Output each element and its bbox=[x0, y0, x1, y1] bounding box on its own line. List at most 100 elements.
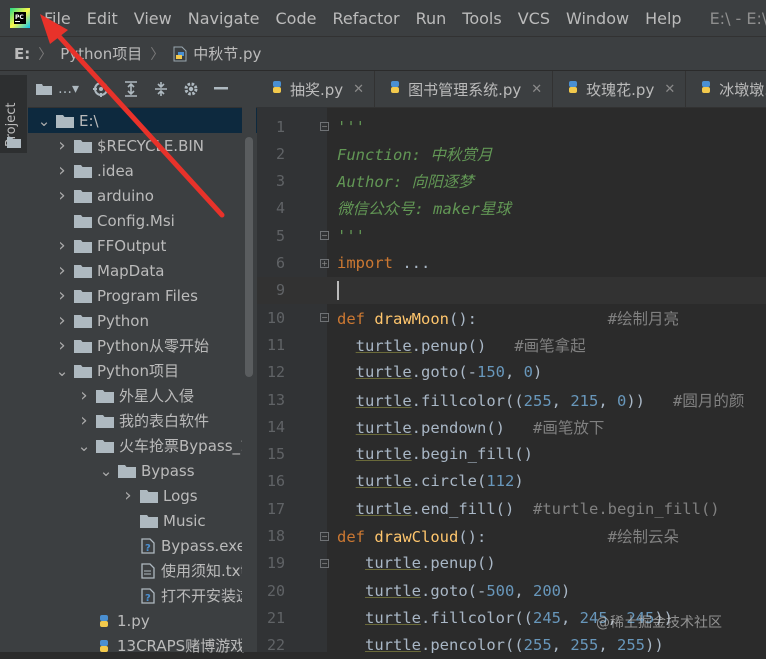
window-title: E:\ - E:\Pyth bbox=[709, 8, 766, 28]
breadcrumb-folder[interactable]: Python项目 bbox=[60, 43, 142, 64]
code-text: Function: 中秋赏月 bbox=[337, 143, 492, 165]
editor-tab[interactable]: 抽奖.py ✕ bbox=[257, 71, 376, 107]
chevron-right-icon[interactable]: › bbox=[54, 235, 70, 256]
tree-row[interactable]: › $RECYCLE.BIN bbox=[28, 133, 257, 158]
code-text: def drawMoon(): #绘制月亮 bbox=[337, 307, 679, 329]
tree-row[interactable]: › 我的表白软件 bbox=[28, 408, 257, 433]
code-text: ''' bbox=[337, 227, 365, 245]
collapse-all-icon[interactable] bbox=[153, 81, 169, 97]
tree-row[interactable]: Music bbox=[28, 508, 257, 533]
code-token: .penup() bbox=[421, 554, 496, 573]
tree-row[interactable]: › FFOutput bbox=[28, 233, 257, 258]
fold-collapse-icon[interactable]: − bbox=[320, 558, 329, 568]
tree-row-label: FFOutput bbox=[97, 236, 167, 255]
editor: 抽奖.py ✕ 图书管理系统.py ✕ 玫瑰花.py ✕ 冰墩墩.py✕ 1 ''' 2 Func… bbox=[257, 71, 766, 654]
line-number: 18 bbox=[266, 527, 285, 545]
pycharm-logo-icon[interactable]: PC bbox=[10, 8, 30, 28]
tree-row[interactable]: › arduino bbox=[28, 183, 257, 208]
locate-file-icon[interactable] bbox=[93, 81, 110, 97]
tree-row[interactable]: ? 打不开安装这 bbox=[28, 583, 257, 608]
menu-window[interactable]: Window bbox=[558, 9, 637, 28]
menu-help[interactable]: Help bbox=[637, 9, 689, 28]
scrollbar-thumb[interactable] bbox=[245, 137, 253, 377]
code-line: 9 bbox=[257, 276, 766, 304]
tree-row[interactable]: ⌄ E:\ bbox=[28, 108, 257, 133]
chevron-right-icon[interactable]: › bbox=[76, 385, 92, 406]
python-file-icon bbox=[565, 79, 581, 99]
menu-tools[interactable]: Tools bbox=[454, 9, 509, 28]
project-scrollbar[interactable] bbox=[242, 107, 256, 652]
chevron-down-icon[interactable]: ⌄ bbox=[36, 112, 52, 130]
expand-all-icon[interactable] bbox=[123, 81, 139, 97]
chevron-down-icon[interactable]: ⌄ bbox=[76, 437, 92, 455]
project-view-dropdown[interactable]: …▾ bbox=[36, 81, 79, 97]
menu-file[interactable]: File bbox=[36, 9, 79, 28]
tree-row[interactable]: 1.py bbox=[28, 608, 257, 633]
tree-row[interactable]: 13CRAPS赌博游戏2 bbox=[28, 633, 257, 658]
code-token: turtle bbox=[355, 363, 412, 382]
tree-row[interactable]: › Logs bbox=[28, 483, 257, 508]
menu-view[interactable]: View bbox=[126, 9, 180, 28]
editor-tab[interactable]: 玫瑰花.py ✕ bbox=[553, 71, 687, 107]
fold-collapse-icon[interactable]: − bbox=[320, 531, 329, 541]
menu-refactor[interactable]: Refactor bbox=[324, 9, 407, 28]
gear-icon[interactable] bbox=[183, 81, 199, 97]
menu-code[interactable]: Code bbox=[268, 9, 325, 28]
tree-row[interactable]: › .idea bbox=[28, 158, 257, 183]
hide-panel-icon[interactable] bbox=[213, 87, 229, 91]
chevron-right-icon[interactable]: › bbox=[54, 285, 70, 306]
code-token: .begin_fill() bbox=[411, 445, 533, 464]
line-number: 17 bbox=[266, 499, 285, 518]
tree-row[interactable]: ? Bypass.exe bbox=[28, 533, 257, 558]
chevron-right-icon[interactable]: › bbox=[54, 160, 70, 181]
tree-row[interactable]: › Python bbox=[28, 308, 257, 333]
close-icon[interactable]: ✕ bbox=[664, 82, 675, 97]
breadcrumb-drive[interactable]: E: bbox=[14, 45, 30, 63]
chevron-right-icon[interactable]: › bbox=[54, 335, 70, 356]
chevron-right-icon[interactable]: › bbox=[54, 135, 70, 156]
fold-collapse-icon[interactable]: − bbox=[320, 231, 329, 241]
code-line: 2 Function: 中秋赏月 bbox=[257, 140, 766, 167]
tree-row[interactable]: › MapData bbox=[28, 258, 257, 283]
tree-row[interactable]: › 外星人入侵 bbox=[28, 383, 257, 408]
fold-expand-icon[interactable]: + bbox=[320, 258, 329, 268]
fold-collapse-icon[interactable]: − bbox=[320, 313, 329, 323]
close-icon[interactable]: ✕ bbox=[353, 82, 364, 97]
editor-tab[interactable]: 图书管理系统.py ✕ bbox=[375, 71, 554, 107]
tree-row[interactable]: 使用须知.txt bbox=[28, 558, 257, 583]
text-caret bbox=[337, 280, 339, 300]
tree-row[interactable]: ⌄ 火车抢票Bypass_1. bbox=[28, 433, 257, 458]
tree-row[interactable]: › Program Files bbox=[28, 283, 257, 308]
chevron-right-icon[interactable]: › bbox=[76, 410, 92, 431]
chevron-right-icon[interactable]: › bbox=[54, 310, 70, 331]
tree-row[interactable]: ⌄ Python项目 bbox=[28, 358, 257, 383]
code-token: turtle bbox=[355, 336, 412, 355]
editor-tab[interactable]: 冰墩墩.py✕ bbox=[686, 71, 766, 107]
chevron-right-icon[interactable]: › bbox=[54, 185, 70, 206]
tree-row[interactable]: › Python从零开始 bbox=[28, 333, 257, 358]
python-file-icon bbox=[172, 46, 188, 62]
menu-run[interactable]: Run bbox=[408, 9, 455, 28]
chevron-right-icon[interactable]: › bbox=[54, 260, 70, 281]
chevron-right-icon[interactable]: › bbox=[120, 485, 136, 506]
folder-icon bbox=[74, 289, 92, 303]
code-area[interactable]: 1 ''' 2 Function: 中秋赏月 3 Author: 向阳逐梦 4 微信公众号: … bbox=[257, 107, 766, 654]
breadcrumb-file[interactable]: 中秋节.py bbox=[172, 43, 261, 64]
menu-vcs[interactable]: VCS bbox=[510, 9, 558, 28]
menu-edit[interactable]: Edit bbox=[79, 9, 126, 28]
fold-collapse-icon[interactable]: − bbox=[320, 122, 329, 131]
menu-navigate[interactable]: Navigate bbox=[180, 9, 268, 28]
tab-label: 冰墩墩.py bbox=[719, 80, 766, 99]
chevron-down-icon[interactable]: ⌄ bbox=[98, 462, 114, 480]
close-icon[interactable]: ✕ bbox=[531, 82, 542, 97]
chevron-down-icon[interactable]: ⌄ bbox=[54, 362, 70, 380]
tree-row[interactable]: ⌄ Bypass bbox=[28, 458, 257, 483]
code-token: 微信公众号: maker星球 bbox=[337, 200, 511, 219]
tree-row-label: Logs bbox=[163, 486, 198, 505]
tree-row-label: 我的表白软件 bbox=[119, 412, 210, 430]
breadcrumb-file-label: 中秋节.py bbox=[193, 45, 262, 63]
code-line: 22 turtle.pencolor((255, 255, 255)) bbox=[257, 632, 766, 659]
code-line: 3 Author: 向阳逐梦 bbox=[257, 168, 766, 195]
tree-row[interactable]: Config.Msi bbox=[28, 208, 257, 233]
